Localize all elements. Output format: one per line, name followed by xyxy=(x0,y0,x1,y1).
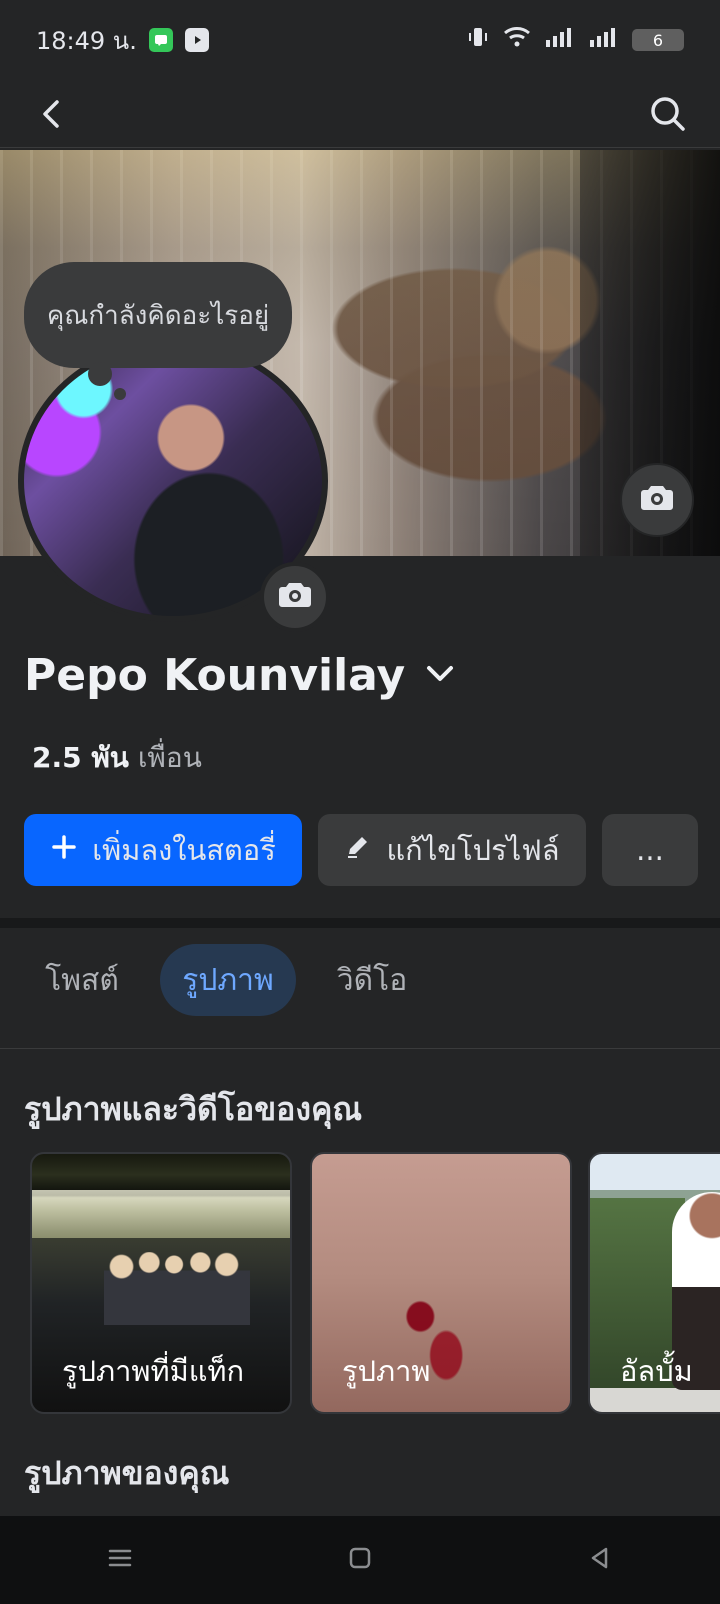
plus-icon xyxy=(50,833,78,868)
message-app-icon xyxy=(148,28,173,52)
back-icon[interactable] xyxy=(28,90,76,138)
media-section-title: รูปภาพและวิดีโอของคุณ xyxy=(24,1090,363,1128)
tab-posts[interactable]: โพสต์ xyxy=(24,944,140,1016)
tab-videos[interactable]: วิดีโอ xyxy=(318,944,426,1016)
profile-avatar-area xyxy=(18,340,336,632)
tab-photos[interactable]: รูปภาพ xyxy=(160,944,296,1016)
back-system-icon[interactable] xyxy=(585,1543,615,1577)
avatar-camera-button[interactable] xyxy=(260,562,330,632)
cover-camera-button[interactable] xyxy=(620,463,694,537)
menu-icon[interactable] xyxy=(105,1543,135,1577)
camera-icon xyxy=(278,581,312,613)
media-carousel[interactable]: รูปภาพที่มีแท็ก รูปภาพ อัลบั้ม xyxy=(30,1152,720,1414)
pencil-icon xyxy=(344,833,372,868)
signal-icon-2 xyxy=(588,25,620,55)
profile-actions: เพิ่มลงในสตอรี่ แก้ไขโปรไฟล์ ... xyxy=(24,814,698,886)
system-navigation xyxy=(0,1516,720,1604)
friends-label: เพื่อน xyxy=(137,741,202,774)
status-right: 6 xyxy=(466,25,684,55)
card-label: อัลบั้ม xyxy=(620,1354,693,1388)
battery-indicator: 6 xyxy=(632,29,684,51)
add-story-button[interactable]: เพิ่มลงในสตอรี่ xyxy=(24,814,302,886)
status-bar: 18:49 น. 6 xyxy=(0,0,720,80)
card-label: รูปภาพที่มีแท็ก xyxy=(62,1354,245,1388)
search-icon[interactable] xyxy=(644,90,692,138)
signal-icon xyxy=(544,25,576,55)
photos-section-title: รูปภาพของคุณ xyxy=(24,1454,230,1492)
tab-label: โพสต์ xyxy=(45,962,119,998)
media-card-photos[interactable]: รูปภาพ xyxy=(310,1152,572,1414)
edit-profile-button[interactable]: แก้ไขโปรไฟล์ xyxy=(318,814,586,886)
media-card-albums[interactable]: อัลบั้ม xyxy=(588,1152,720,1414)
profile-name-row[interactable]: Pepo Kounvilay xyxy=(24,650,457,701)
more-icon: ... xyxy=(636,833,664,867)
card-label: รูปภาพ xyxy=(342,1354,431,1388)
status-left: 18:49 น. xyxy=(36,21,209,60)
add-story-label: เพิ่มลงในสตอรี่ xyxy=(92,833,276,867)
media-card-tagged[interactable]: รูปภาพที่มีแท็ก xyxy=(30,1152,292,1414)
thought-bubble[interactable]: คุณกำลังคิดอะไรอยู่ xyxy=(24,262,292,368)
thought-bubble-text: คุณกำลังคิดอะไรอยู่ xyxy=(46,300,270,331)
friends-count: 2.5 พัน xyxy=(32,741,129,774)
home-icon[interactable] xyxy=(345,1543,375,1577)
vibrate-icon xyxy=(466,25,490,55)
edit-profile-label: แก้ไขโปรไฟล์ xyxy=(386,833,560,867)
thought-bubble-dot-large xyxy=(88,362,112,386)
thought-bubble-dot-small xyxy=(114,388,126,400)
friends-summary[interactable]: 2.5 พัน เพื่อน xyxy=(32,736,202,780)
section-divider xyxy=(0,918,720,928)
camera-icon xyxy=(640,484,674,516)
chevron-down-icon xyxy=(423,650,457,701)
more-options-button[interactable]: ... xyxy=(602,814,698,886)
profile-tabs: โพสต์ รูปภาพ วิดีโอ xyxy=(0,944,720,1049)
profile-name: Pepo Kounvilay xyxy=(24,650,406,701)
status-time: 18:49 น. xyxy=(36,26,137,55)
top-navigation xyxy=(0,80,720,148)
wifi-icon xyxy=(502,25,532,55)
tab-label: วิดีโอ xyxy=(336,962,408,998)
tab-label: รูปภาพ xyxy=(182,962,274,998)
video-app-icon xyxy=(184,28,209,52)
